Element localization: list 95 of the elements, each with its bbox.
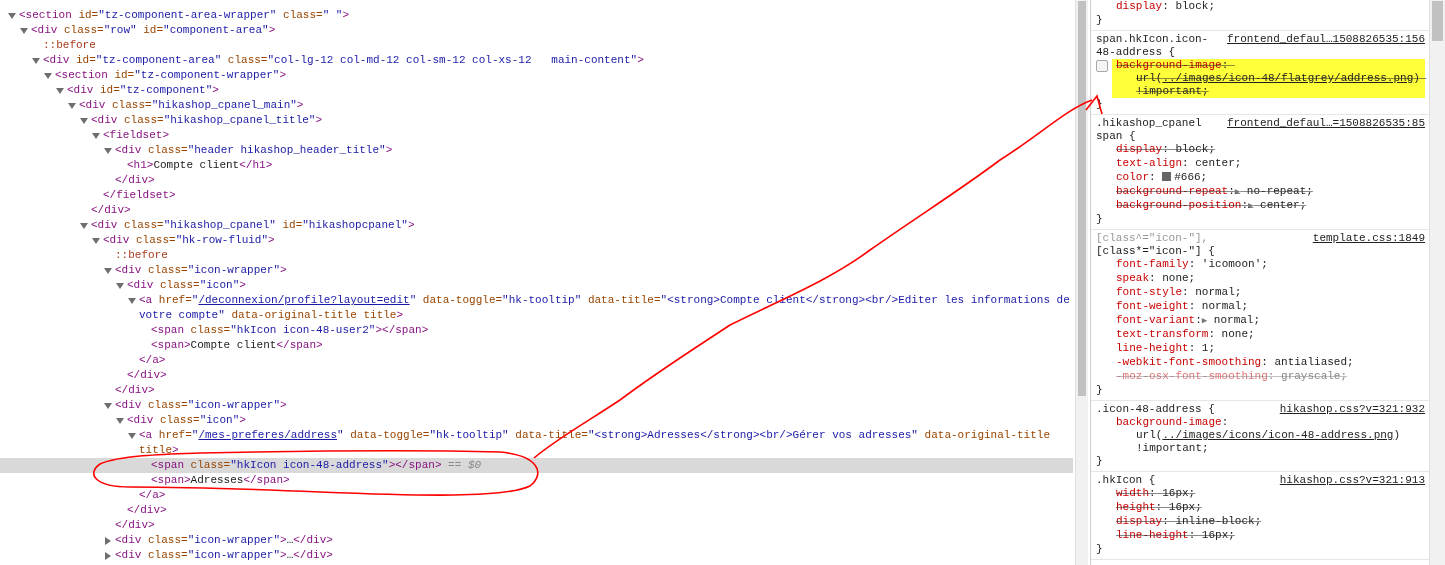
dom-node[interactable]: <div id="tz-component"> (0, 83, 1073, 98)
href-link[interactable]: /deconnexion/profile?layout=edit (198, 294, 410, 306)
dom-node[interactable]: <div class="icon-wrapper">…</div> (0, 548, 1073, 563)
dom-node[interactable]: <span class="hkIcon icon-48-address"></span> == $0 (0, 458, 1073, 473)
css-property[interactable]: display: block; (1112, 0, 1425, 13)
css-property[interactable]: font-variant:▶ normal; (1112, 314, 1425, 328)
css-selector: span.hkIcon.icon-48-address { (1096, 33, 1210, 59)
triangle-icon[interactable] (104, 401, 112, 410)
dom-node[interactable]: <div class="icon"> (0, 413, 1073, 428)
triangle-icon[interactable] (44, 71, 52, 80)
closing-tag: </div> (0, 173, 1073, 188)
css-property[interactable]: text-align: center; (1112, 157, 1425, 170)
triangle-icon[interactable] (20, 26, 28, 35)
source-link[interactable]: frontend_defaul…1508826535:156 (1226, 33, 1425, 46)
css-selector: [class^="icon-"], [class*="icon-"] { (1096, 232, 1216, 258)
dom-node[interactable]: <div class="header hikashop_header_title"> (0, 143, 1073, 158)
css-property[interactable]: display: inline-block; (1112, 515, 1425, 528)
dom-node[interactable]: <div class="icon-wrapper"> (0, 398, 1073, 413)
css-property[interactable]: color: #666; (1112, 171, 1425, 184)
triangle-icon[interactable] (128, 431, 136, 440)
css-property[interactable]: height: 16px; (1112, 501, 1425, 514)
triangle-icon[interactable] (116, 416, 124, 425)
closing-tag: </div> (0, 203, 1073, 218)
triangle-icon[interactable] (104, 536, 112, 545)
dom-node[interactable]: <section id="tz-component-wrapper"> (0, 68, 1073, 83)
triangle-icon[interactable] (92, 236, 100, 245)
scrollbar[interactable] (1429, 0, 1445, 565)
checkbox[interactable] (1096, 60, 1108, 72)
css-property[interactable]: background-image: url(../images/icon-48/flatgrey/address.png) !important; (1112, 59, 1425, 98)
closing-tag: </fieldset> (0, 188, 1073, 203)
href-link[interactable]: /mes-preferes/address (198, 429, 338, 441)
css-selector: .hkIcon { (1096, 474, 1157, 487)
css-property[interactable]: background-position:▶ center; (1112, 199, 1425, 213)
css-property[interactable]: -webkit-font-smoothing: antialiased; (1112, 356, 1425, 369)
dom-node[interactable]: <div class="icon-wrapper">…</div> (0, 533, 1073, 548)
css-property[interactable]: line-height: 1; (1112, 342, 1425, 355)
closing-tag: </div> (0, 368, 1073, 383)
dom-node[interactable]: <span>Adresses</span> (0, 473, 1073, 488)
css-property[interactable]: speak: none; (1112, 272, 1425, 285)
css-property[interactable]: background-image: url(../images/icons/icon-48-address.png) !important; (1112, 416, 1425, 455)
dom-node[interactable]: <div class="hikashop_cpanel_title"> (0, 113, 1073, 128)
triangle-icon[interactable] (68, 101, 76, 110)
css-selector: .hikashop_cpanel span { (1096, 117, 1203, 143)
dom-node[interactable]: <div class="row" id="component-area"> (0, 23, 1073, 38)
color-swatch[interactable] (1162, 172, 1172, 181)
dom-node[interactable]: <span class="hkIcon icon-48-user2"></span> (0, 323, 1073, 338)
dom-node[interactable]: <div id="tz-component-area" class="col-lg-12 col-md-12 col-sm-12 col-xs-12 main-content"> (0, 53, 1073, 68)
closing-brace: } (1096, 384, 1104, 397)
source-link[interactable]: hikashop.css?v=321:932 (1279, 403, 1425, 416)
source-link[interactable]: template.css:1849 (1312, 232, 1425, 245)
dom-node[interactable]: <div class="hikashop_cpanel" id="hikashopcpanel"> (0, 218, 1073, 233)
triangle-icon[interactable] (56, 86, 64, 95)
closing-tag: </a> (0, 488, 1073, 503)
css-property[interactable]: -moz-osx-font-smoothing: grayscale; (1112, 370, 1425, 383)
css-property[interactable]: text-transform: none; (1112, 328, 1425, 341)
triangle-icon[interactable] (32, 56, 40, 65)
css-property[interactable]: display: block; (1112, 143, 1425, 156)
css-property[interactable]: font-family: 'icomoon'; (1112, 258, 1425, 271)
closing-brace: } (1096, 455, 1104, 468)
dom-node[interactable]: <section id="tz-component-area-wrapper" class=" "> (0, 8, 1073, 23)
triangle-icon[interactable] (8, 11, 16, 20)
dom-node[interactable]: ::before (0, 38, 1073, 53)
triangle-icon[interactable] (80, 116, 88, 125)
triangle-icon[interactable] (104, 551, 112, 560)
closing-brace: } (1096, 213, 1104, 226)
css-selector: .icon-48-address { (1096, 403, 1216, 416)
dom-node[interactable]: <div class="icon"> (0, 278, 1073, 293)
css-property[interactable]: width: 16px; (1112, 487, 1425, 500)
dom-node[interactable]: ::before (0, 248, 1073, 263)
dom-node[interactable]: <div class="hikashop_cpanel_main"> (0, 98, 1073, 113)
closing-tag: </a> (0, 353, 1073, 368)
dom-node[interactable]: <div class="icon-wrapper"> (0, 263, 1073, 278)
triangle-icon[interactable] (80, 221, 88, 230)
triangle-icon[interactable] (128, 296, 136, 305)
url-link[interactable]: ../images/icon-48/flatgrey/address.png (1162, 72, 1414, 84)
closing-brace: } (1096, 14, 1104, 27)
css-property[interactable]: line-height: 16px; (1112, 529, 1425, 542)
dom-node[interactable]: <h1>Compte client</h1> (0, 158, 1073, 173)
source-link[interactable]: frontend_defaul…=1508826535:85 (1226, 117, 1425, 130)
css-property[interactable]: font-weight: normal; (1112, 300, 1425, 313)
closing-tag: </div> (0, 503, 1073, 518)
url-link[interactable]: ../images/icons/icon-48-address.png (1162, 429, 1394, 441)
css-property[interactable]: font-style: normal; (1112, 286, 1425, 299)
triangle-icon[interactable] (104, 146, 112, 155)
scrollbar[interactable] (1075, 0, 1088, 565)
dom-node[interactable]: <span>Compte client</span> (0, 338, 1073, 353)
source-link[interactable]: hikashop.css?v=321:913 (1279, 474, 1425, 487)
closing-tag: </div> (0, 518, 1073, 533)
dom-node[interactable]: <fieldset> (0, 128, 1073, 143)
triangle-icon[interactable] (92, 131, 100, 140)
dom-node[interactable]: <div class="hk-row-fluid"> (0, 233, 1073, 248)
closing-tag: </div> (0, 383, 1073, 398)
closing-brace: } (1096, 543, 1104, 556)
triangle-icon[interactable] (104, 266, 112, 275)
triangle-icon[interactable] (116, 281, 124, 290)
